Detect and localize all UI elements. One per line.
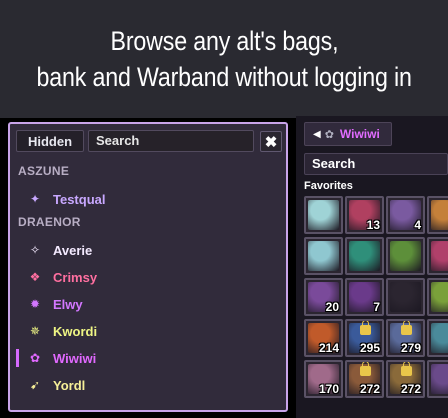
item-slot[interactable]: 13 [345, 196, 384, 234]
item-slot[interactable]: 214 [304, 319, 343, 357]
character-name: Yordl [53, 377, 86, 393]
item-slot[interactable]: 170 [304, 360, 343, 398]
item-slot[interactable] [386, 278, 425, 316]
caret-left-icon[interactable]: ◀ [313, 129, 321, 140]
item-icon [349, 241, 380, 271]
item-count: 272 [359, 382, 380, 396]
character-name: Kwordi [53, 323, 98, 339]
realm-header: ASZUNE [18, 164, 70, 178]
item-slot[interactable] [386, 237, 425, 275]
lock-icon [360, 362, 371, 376]
character-list-panel: Hidden Search ✖ ASZUNE ✦ Testqual DRAENOR ✧ A… [8, 122, 288, 412]
character-row-kwordi[interactable]: ✵ Kwordi [16, 319, 282, 343]
item-slot[interactable] [345, 237, 384, 275]
character-selector[interactable]: ◀ ✿ Wiwiwi [304, 122, 392, 146]
item-icon [431, 282, 448, 312]
item-slot[interactable]: 272 [386, 360, 425, 398]
selected-character-name: Wiwiwi [339, 127, 380, 141]
selected-indicator [16, 349, 19, 367]
item-count: 279 [400, 341, 421, 355]
character-search-input[interactable]: Search [88, 130, 254, 152]
character-row-yordl[interactable]: ➹ Yordl [16, 373, 282, 397]
bag-view-panel: ◀ ✿ Wiwiwi Search Favorites 13 4 20 7 214 295… [296, 116, 448, 418]
favorites-heading: Favorites [304, 180, 353, 192]
item-count: 295 [359, 341, 380, 355]
hidden-toggle-button[interactable]: Hidden [16, 130, 84, 152]
lock-icon [401, 321, 412, 335]
class-icon: ✧ [29, 243, 41, 257]
item-slot[interactable]: 4 [386, 196, 425, 234]
character-row-averie[interactable]: ✧ Averie [16, 238, 282, 262]
class-icon: ✿ [324, 128, 334, 141]
character-row-elwy[interactable]: ✹ Elwy [16, 292, 282, 316]
lock-icon [360, 321, 371, 335]
item-icon [308, 200, 339, 230]
character-name: Wiwiwi [53, 350, 97, 366]
character-row-wiwiwi[interactable]: ✿ Wiwiwi [16, 346, 282, 370]
item-slot[interactable]: 279 [386, 319, 425, 357]
character-name: Averie [53, 242, 93, 258]
item-slot[interactable]: 7 [345, 278, 384, 316]
item-slot[interactable]: 295 [345, 319, 384, 357]
class-icon: ✦ [29, 192, 41, 206]
class-icon: ✵ [29, 324, 41, 338]
item-slot[interactable] [304, 237, 343, 275]
item-count: 170 [318, 382, 339, 396]
character-name: Elwy [53, 296, 83, 312]
item-count: 7 [373, 300, 380, 314]
class-icon: ➹ [29, 378, 41, 392]
character-name: Testqual [53, 191, 106, 207]
item-icon [431, 200, 448, 230]
close-icon[interactable]: ✖ [260, 131, 282, 152]
item-slot[interactable] [427, 196, 448, 234]
character-list-toolbar: Hidden Search ✖ [16, 130, 284, 154]
item-icon [431, 323, 448, 353]
item-slot[interactable] [304, 196, 343, 234]
item-slot[interactable]: 20 [304, 278, 343, 316]
character-row-testqual[interactable]: ✦ Testqual [16, 187, 282, 211]
item-count: 214 [318, 341, 339, 355]
item-slot[interactable] [427, 319, 448, 357]
item-slot[interactable] [427, 278, 448, 316]
item-slot[interactable] [427, 237, 448, 275]
item-search-input[interactable]: Search [304, 153, 448, 175]
item-slot[interactable]: 272 [345, 360, 384, 398]
item-count: 13 [366, 218, 380, 232]
item-count: 272 [400, 382, 421, 396]
banner-headline-line1: Browse any alt's bags, [110, 26, 338, 56]
promo-banner: Browse any alt's bags, bank and Warband … [0, 0, 448, 118]
item-icon [431, 364, 448, 394]
class-icon: ✹ [29, 297, 41, 311]
lock-icon [401, 362, 412, 376]
item-count: 4 [414, 218, 421, 232]
item-count: 20 [325, 300, 339, 314]
banner-headline-line2: bank and Warband without logging in [36, 62, 412, 92]
item-icon [390, 241, 421, 271]
character-name: Crimsy [53, 269, 98, 285]
realm-header: DRAENOR [18, 215, 81, 229]
item-icon [390, 282, 421, 312]
character-row-crimsy[interactable]: ❖ Crimsy [16, 265, 282, 289]
item-icon [308, 241, 339, 271]
item-slot[interactable]: 2 [427, 360, 448, 398]
item-icon [431, 241, 448, 271]
class-icon: ✿ [29, 351, 41, 365]
class-icon: ❖ [29, 270, 41, 284]
